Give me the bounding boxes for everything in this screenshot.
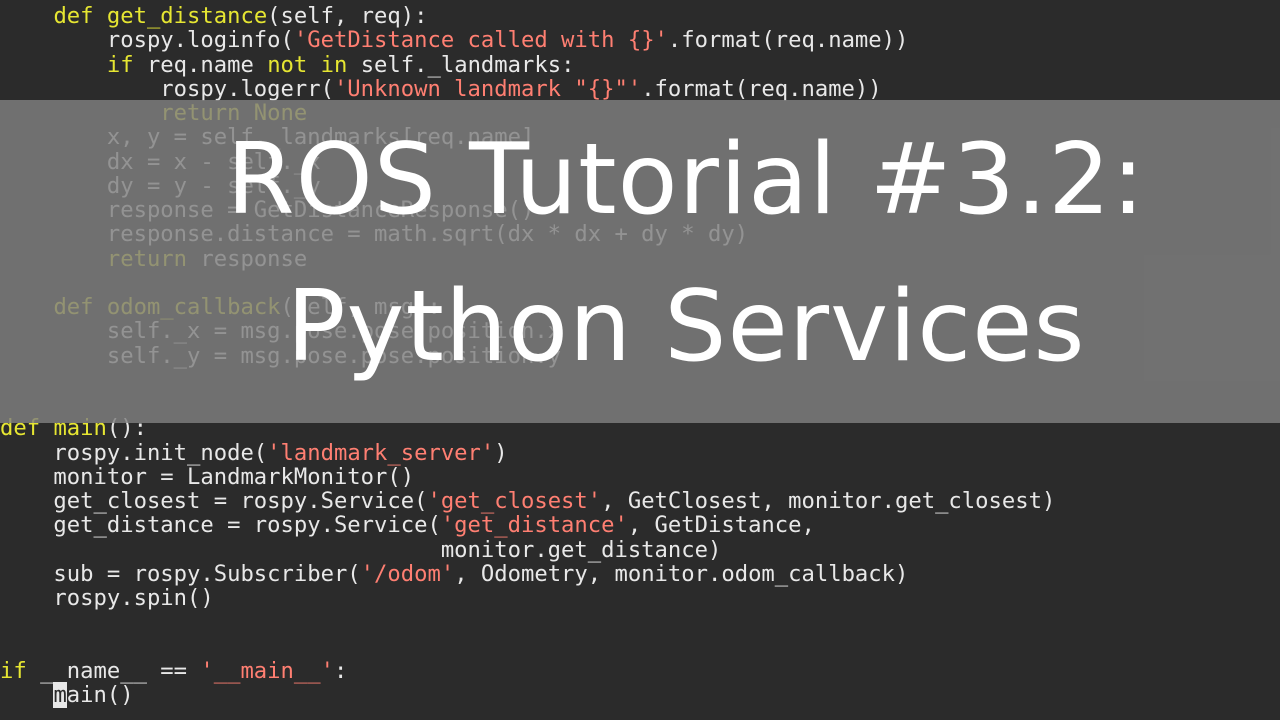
code-token: __name__ == — [26, 657, 201, 684]
code-token: '__main__' — [200, 657, 334, 684]
code-line[interactable]: def get_distance(self, req): — [0, 4, 1055, 28]
code-line[interactable]: monitor.get_distance) — [0, 536, 1055, 563]
code-line[interactable]: if req.name not in self._landmarks: — [0, 51, 1055, 78]
editor-screen: def get_distance(self, req): rospy.login… — [0, 0, 1280, 720]
code-token: 'get_closest' — [427, 488, 602, 514]
code-token: rospy.spin() — [0, 585, 214, 611]
code-token: get_distance — [106, 3, 268, 29]
code-token: .format(req.name)) — [641, 75, 882, 102]
code-token: sub = rospy.Subscriber( — [0, 560, 361, 587]
code-token: 'get_distance' — [440, 512, 628, 539]
code-token: rospy.loginfo( — [0, 27, 294, 54]
code-token: , Odometry, monitor.odom_callback) — [454, 560, 909, 587]
code-token: if — [0, 657, 27, 684]
title-line-1: ROS Tutorial #3.2: — [226, 123, 1146, 237]
code-token: , GetClosest, monitor.get_closest) — [601, 488, 1056, 514]
code-line[interactable]: rospy.logerr('Unknown landmark "{}"'.for… — [0, 77, 1055, 101]
code-line[interactable]: main() — [0, 682, 1055, 708]
code-token: not in — [267, 51, 348, 78]
code-token: req.name — [133, 51, 268, 78]
code-token: get_closest = rospy.Service( — [0, 488, 428, 514]
code-token: 'landmark_server' — [267, 439, 495, 466]
code-token: rospy.logerr( — [0, 75, 334, 102]
code-line[interactable]: rospy.loginfo('GetDistance called with {… — [0, 28, 1055, 52]
code-line[interactable]: sub = rospy.Subscriber('/odom', Odometry… — [0, 562, 1055, 586]
code-token: monitor.get_distance) — [0, 536, 722, 563]
code-token: : — [333, 657, 348, 684]
code-token: 'Unknown landmark "{}"' — [333, 75, 642, 102]
code-line[interactable] — [0, 610, 1055, 634]
code-token: 'GetDistance called with {}' — [293, 27, 668, 54]
code-line[interactable]: rospy.spin() — [0, 586, 1055, 610]
code-token: , GetDistance, — [627, 512, 815, 539]
code-token: rospy.init_node( — [0, 439, 268, 466]
code-line[interactable]: monitor = LandmarkMonitor() — [0, 465, 1055, 489]
code-token: .format(req.name)) — [667, 27, 909, 54]
code-line[interactable]: get_closest = rospy.Service('get_closest… — [0, 489, 1055, 513]
code-token: def — [53, 3, 94, 29]
code-token: if — [106, 51, 134, 78]
code-line[interactable] — [0, 635, 1055, 659]
title-line-2: Python Services — [286, 270, 1086, 384]
code-line[interactable]: rospy.init_node('landmark_server') — [0, 439, 1055, 466]
code-token: monitor = LandmarkMonitor() — [0, 463, 415, 490]
code-token: ain() — [66, 682, 134, 708]
code-line[interactable]: get_distance = rospy.Service('get_distan… — [0, 513, 1055, 537]
code-token: (self, req): — [267, 3, 428, 29]
code-token: self._landmarks: — [347, 51, 575, 78]
code-token: ) — [494, 439, 508, 466]
code-token: '/odom' — [360, 560, 455, 587]
code-line[interactable]: if __name__ == '__main__': — [0, 659, 1055, 683]
text-cursor: m — [53, 682, 67, 708]
code-token: get_distance = rospy.Service( — [0, 512, 441, 539]
